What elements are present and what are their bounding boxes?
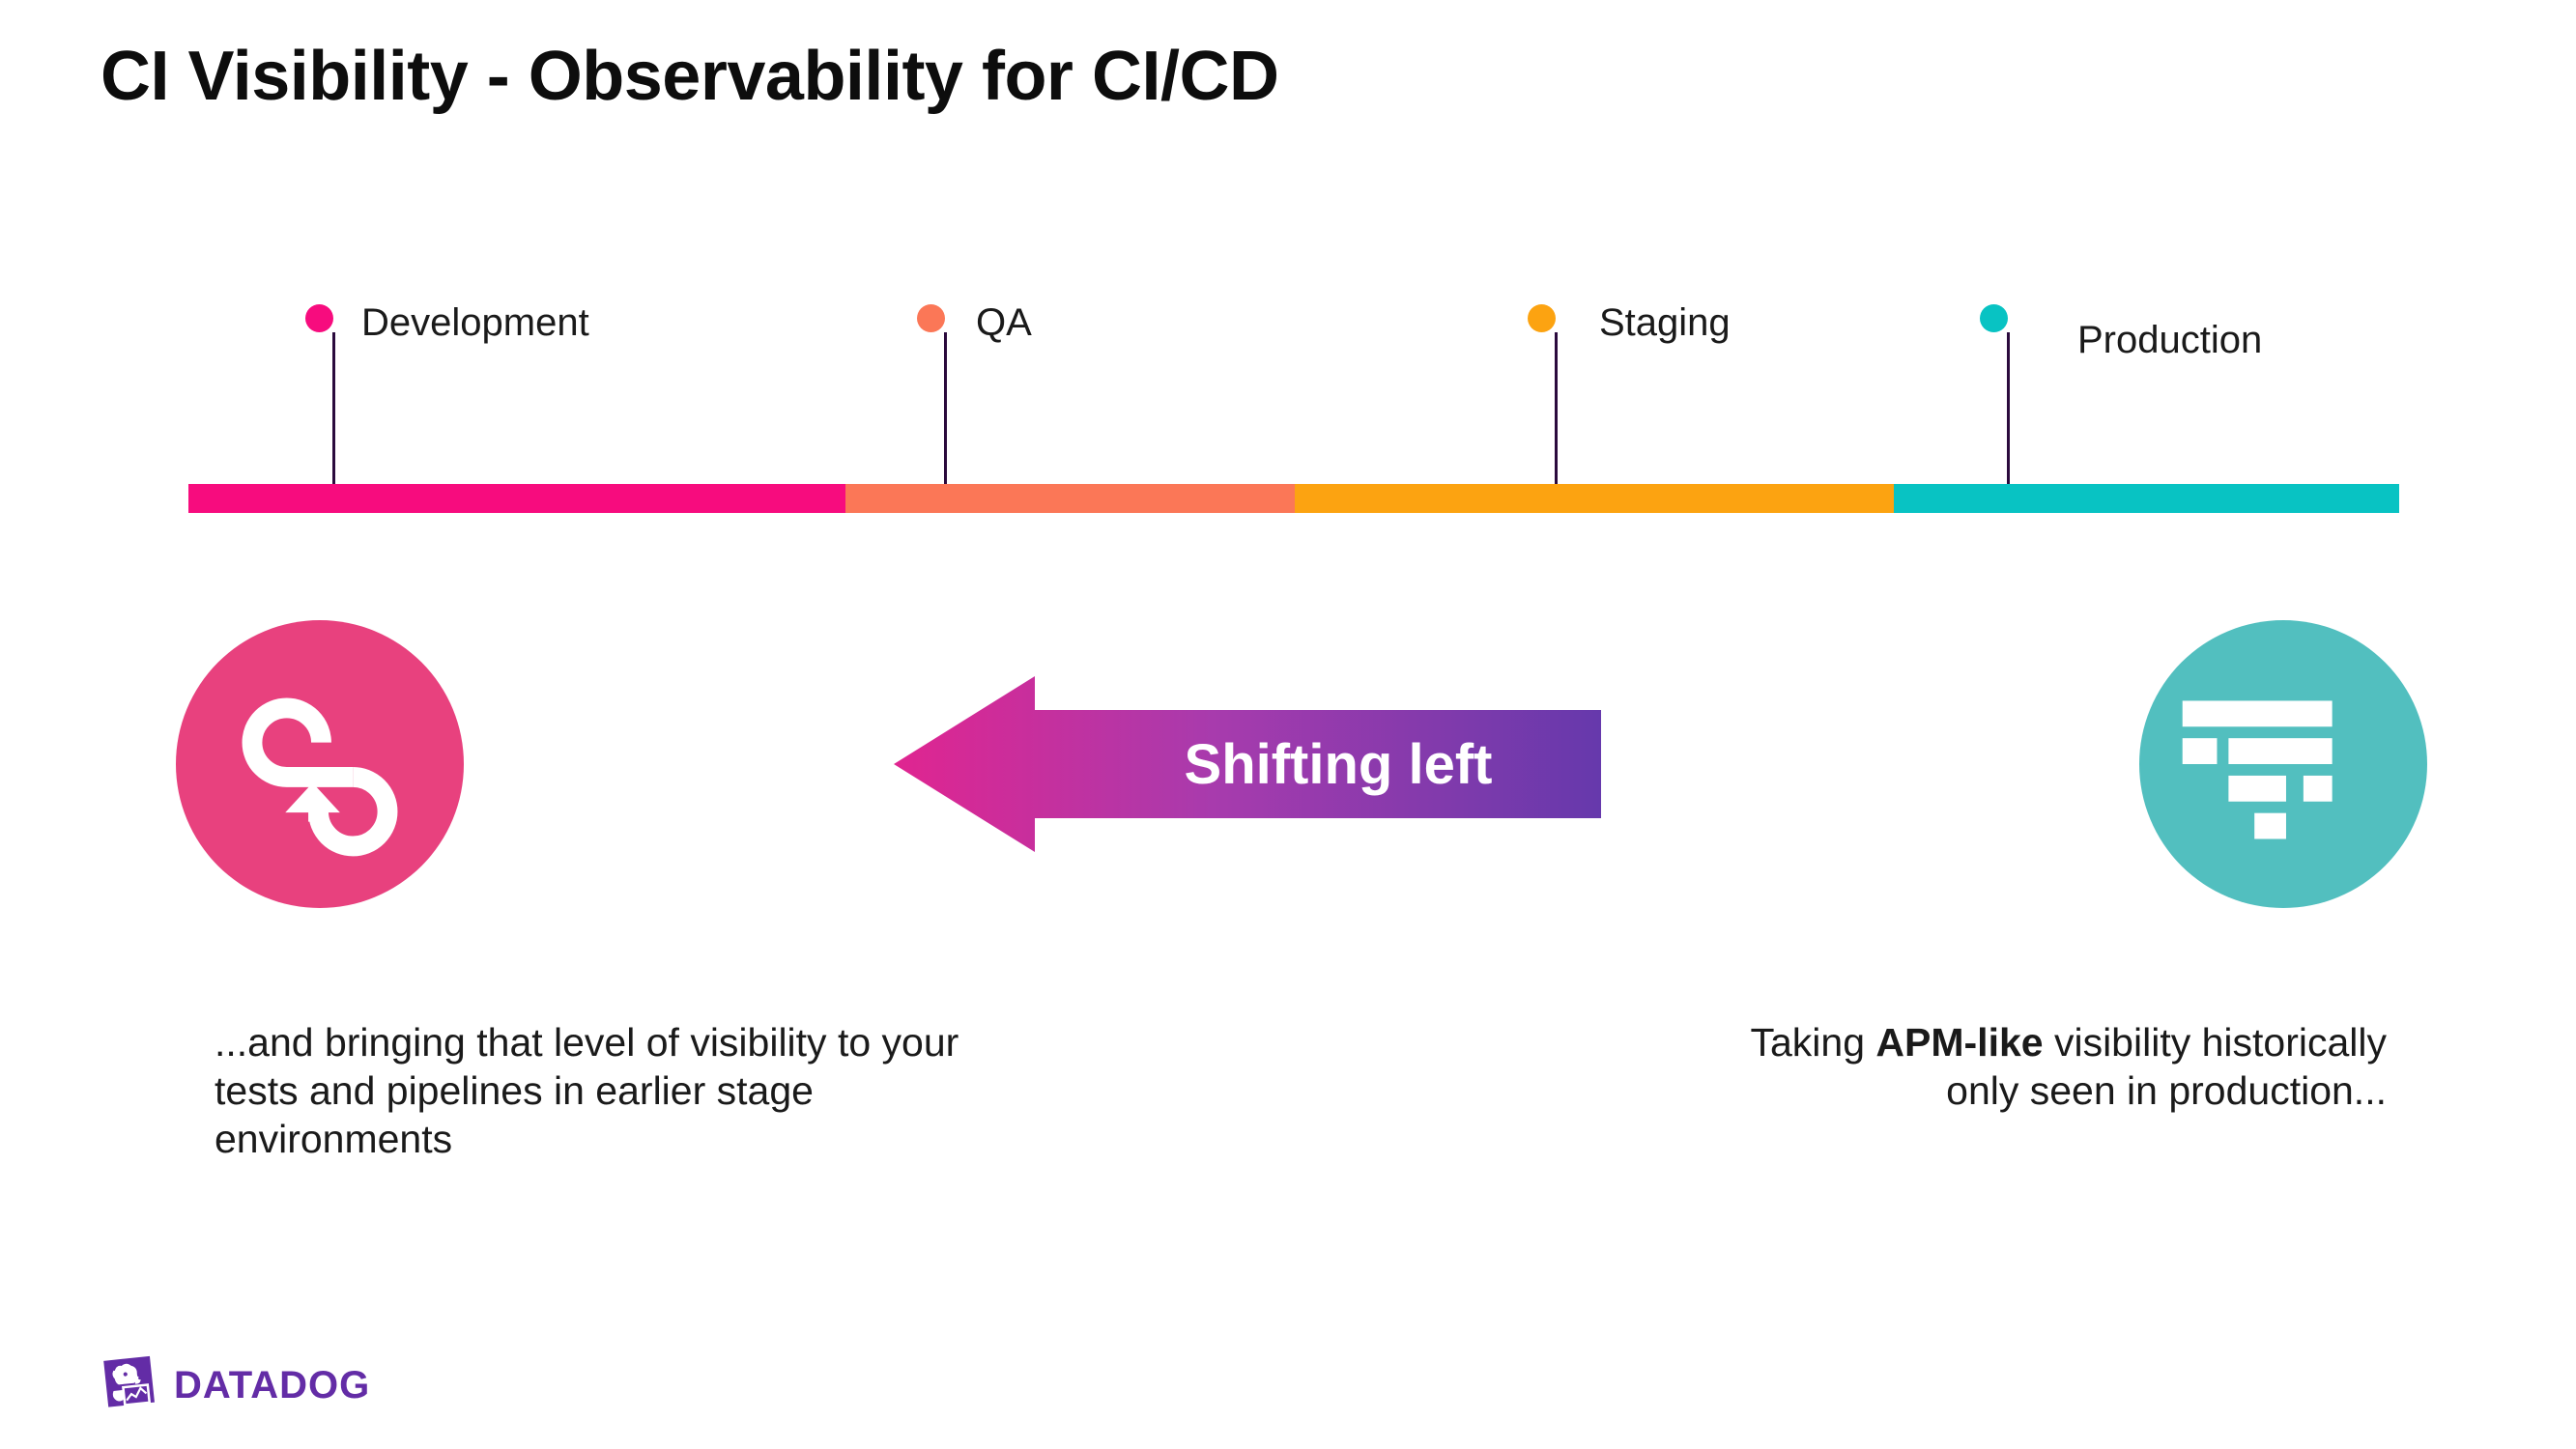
shifting-left-arrow: Shifting left [894,676,1601,852]
datadog-wordmark: DATADOG [174,1363,371,1406]
environment-timeline: Development QA Staging Production [0,0,2576,541]
slide-canvas: CI Visibility - Observability for CI/CD … [0,0,2576,1449]
right-caption-pre: Taking [1750,1020,1876,1065]
apm-trace-icon [2182,700,2333,839]
timeline-dot-staging [1528,304,1556,332]
right-caption: Taking APM-like visibility historically … [1730,1018,2388,1115]
arrow-label: Shifting left [1184,732,1493,796]
timeline-label-development: Development [361,301,589,344]
timeline-bar-segment-production [1894,484,2399,513]
timeline-stem-development [332,332,335,485]
timeline-bar-segment-staging [1295,484,1894,513]
right-caption-bold: APM-like [1875,1020,2044,1065]
timeline-bar-segment-qa [845,484,1295,513]
apm-visibility-badge [2139,620,2427,908]
timeline-label-staging: Staging [1599,301,1731,344]
ci-visibility-badge [176,620,464,908]
timeline-dot-development [305,304,333,332]
timeline-stem-qa [944,332,947,485]
timeline-bar [188,484,2399,513]
timeline-stem-production [2007,332,2010,485]
timeline-dot-qa [917,304,945,332]
timeline-dot-production [1980,304,2008,332]
timeline-label-production: Production [2077,319,2263,361]
timeline-label-qa: QA [976,301,1032,344]
ci-loop-icon [242,697,398,857]
datadog-logo[interactable]: DATADOG [100,1349,370,1422]
left-caption: ...and bringing that level of visibility… [215,1020,959,1162]
timeline-stem-staging [1555,332,1558,485]
datadog-dog-icon [103,1355,155,1407]
timeline-bar-segment-development [188,484,845,513]
